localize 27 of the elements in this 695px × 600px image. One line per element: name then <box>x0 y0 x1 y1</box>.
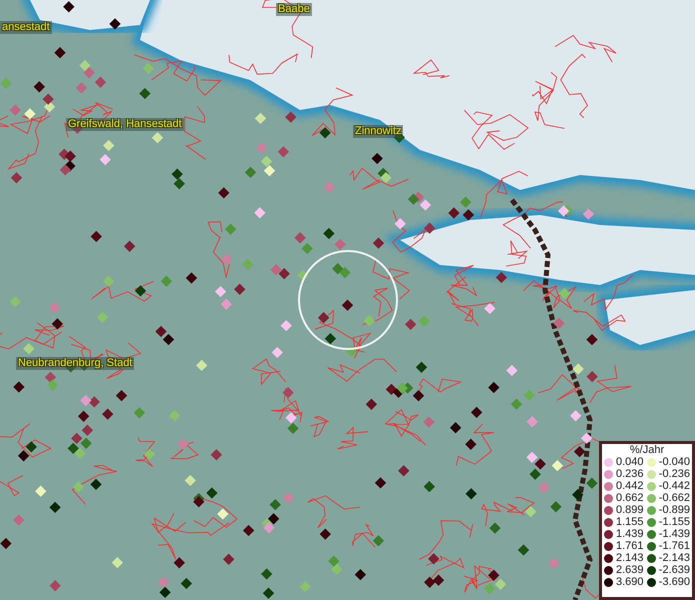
legend-value: 2.143 <box>616 553 644 564</box>
legend-value: 0.442 <box>616 481 644 492</box>
legend-value: -3.690 <box>658 577 690 588</box>
legend-value: -0.236 <box>658 469 690 480</box>
legend-value: 2.639 <box>616 565 644 576</box>
place-label: Neubrandenburg, Stadt <box>16 357 134 370</box>
legend-value: -1.761 <box>658 541 690 552</box>
legend-value: -0.442 <box>658 481 690 492</box>
place-label: Greifswald, Hansestadt <box>66 118 184 131</box>
legend-value: -2.143 <box>658 553 690 564</box>
legend-value: 0.899 <box>616 505 644 516</box>
legend-value: 0.040 <box>616 457 644 468</box>
legend-value: -2.639 <box>658 565 690 576</box>
legend-value: 3.690 <box>616 577 644 588</box>
legend-value: 0.236 <box>616 469 644 480</box>
place-label: ansestadt <box>0 21 52 34</box>
legend-title: %/Jahr <box>628 445 666 456</box>
legend-value: 0.662 <box>616 493 644 504</box>
legend-value: 1.761 <box>616 541 644 552</box>
legend-value: 1.155 <box>616 517 644 528</box>
legend-value: 1.439 <box>616 529 644 540</box>
legend-value: -0.040 <box>658 457 690 468</box>
legend-value: -0.662 <box>658 493 690 504</box>
legend-value: -1.439 <box>658 529 690 540</box>
place-label: Zinnowitz <box>353 125 404 138</box>
legend-value: -1.155 <box>658 517 690 528</box>
legend-value: -0.899 <box>658 505 690 516</box>
